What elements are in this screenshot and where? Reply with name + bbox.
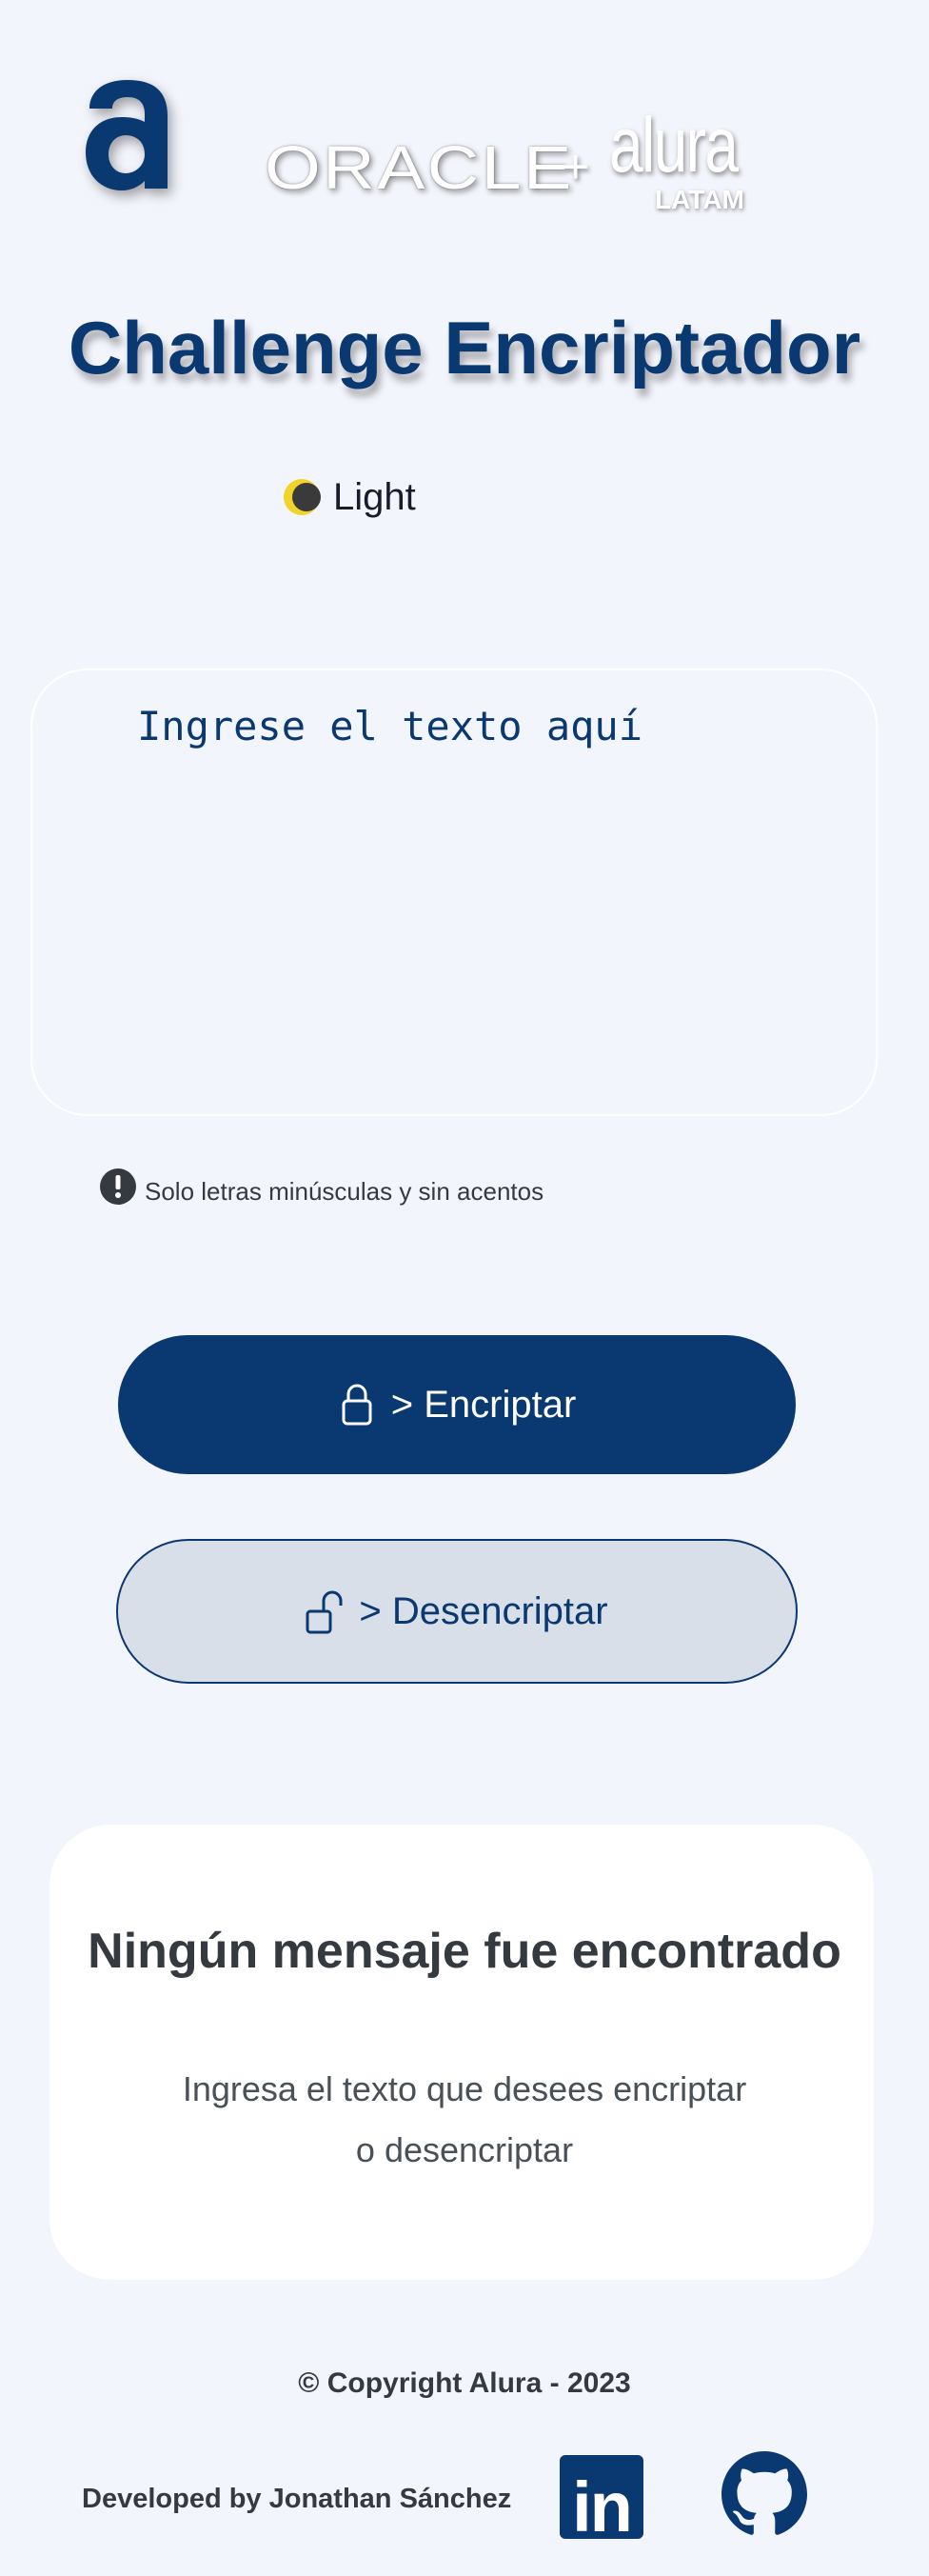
developer-credit: Developed by Jonathan Sánchez [82,2484,512,2514]
output-subtitle-line1: Ingresa el texto que desees encriptar [182,2069,747,2108]
latam-logo-text: LATAM [655,185,744,214]
linkedin-icon[interactable]: in [560,2455,643,2543]
output-subtitle-line2: o desencriptar [355,2130,574,2169]
theme-toggle[interactable]: Light [282,472,416,522]
decrypt-button[interactable]: > Desencriptar [116,1539,798,1684]
hint-text: Solo letras minúsculas y sin acentos [145,1177,544,1206]
moon-icon [284,479,321,515]
lock-icon [342,1384,372,1426]
linkedin-icon-text: in [572,2467,633,2546]
output-card [49,1825,874,2280]
encrypt-button-label: > Encriptar [390,1383,577,1426]
exclamation-circle-icon [100,1168,136,1205]
alura-logo-icon [86,80,168,190]
github-icon[interactable] [721,2451,807,2537]
decrypt-button-label: > Desencriptar [359,1589,608,1632]
unlock-icon [306,1590,343,1634]
input-hint: Solo letras minúsculas y sin acentos [99,1166,544,1207]
output-subtitle: Ingresa el texto que desees encriptar o … [0,2059,929,2181]
page-title: Challenge Encriptador [68,306,861,389]
alura-logo-text: alura [609,102,739,189]
copyright-text: © Copyright Alura - 2023 [298,2367,631,2399]
encrypt-button[interactable]: > Encriptar [118,1335,796,1474]
text-input[interactable] [30,669,878,1116]
oracle-logo-text: ORACLE [265,133,574,202]
theme-toggle-label: Light [333,475,416,518]
output-title: Ningún mensaje fue encontrado [88,1924,841,1979]
logo-plus-sign: + [562,140,590,193]
